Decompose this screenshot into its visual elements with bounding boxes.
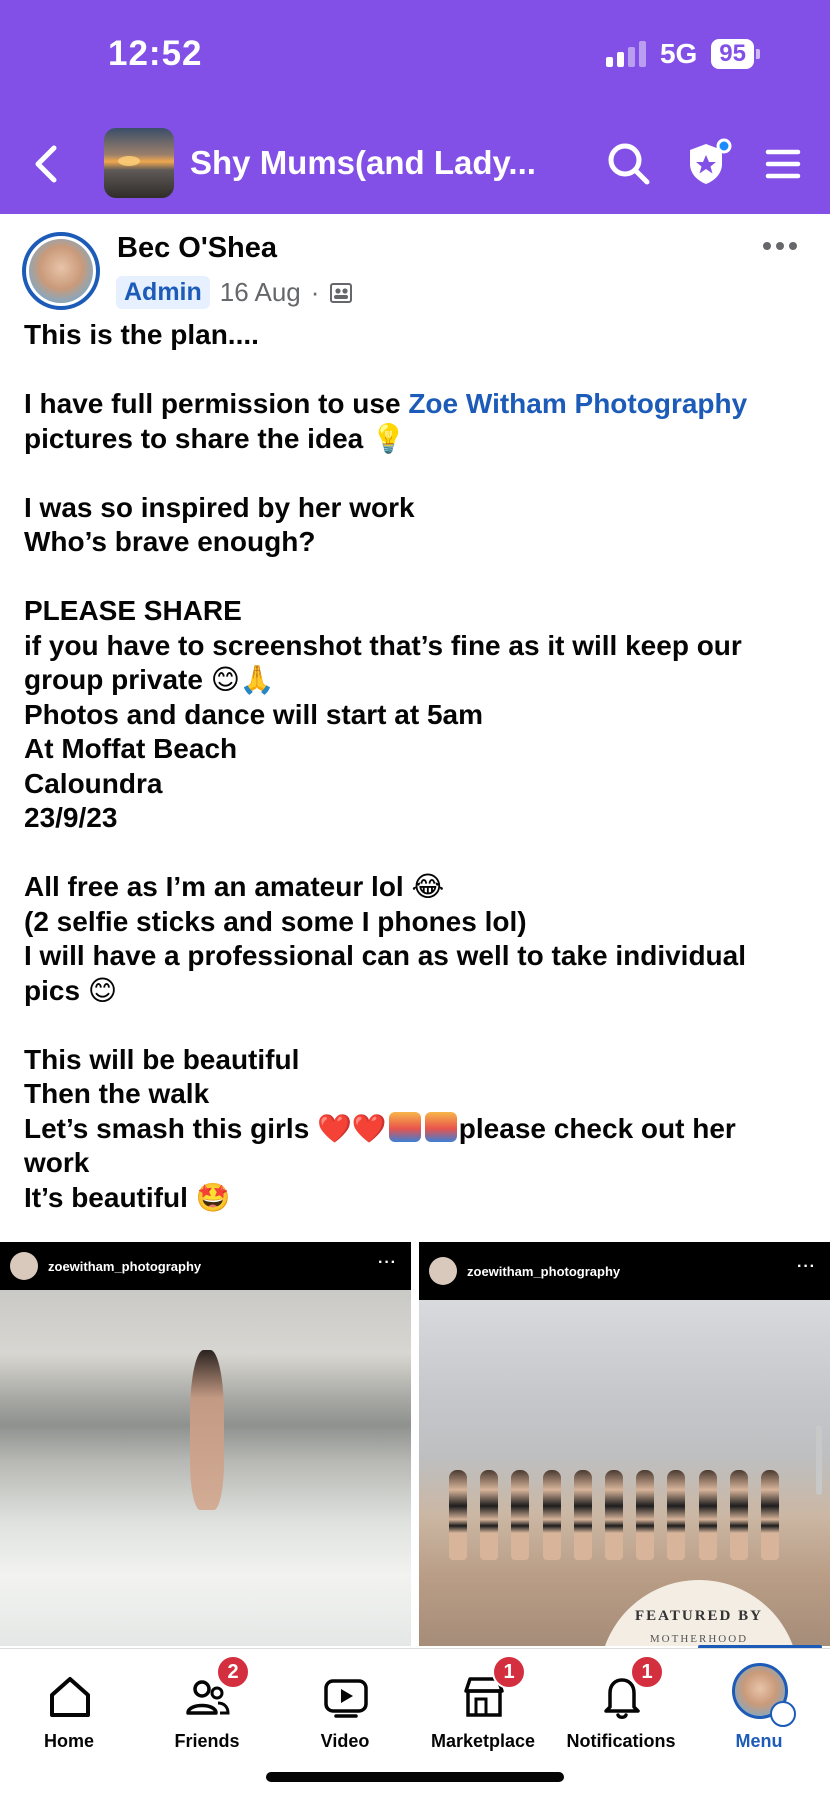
post-line: This will be beautiful bbox=[24, 1043, 300, 1075]
nav-marketplace[interactable]: 1 Marketplace bbox=[414, 1649, 552, 1759]
group-header: Shy Mums(and Lady... bbox=[0, 126, 830, 202]
home-icon bbox=[50, 1677, 90, 1717]
shield-star-icon[interactable] bbox=[680, 138, 732, 190]
admin-badge: Admin bbox=[116, 276, 210, 309]
instagram-header: zoewitham_photography ··· bbox=[0, 1242, 411, 1290]
post-line: PLEASE SHARE bbox=[24, 595, 242, 626]
notifications-badge: 1 bbox=[630, 1655, 664, 1689]
meta-separator: · bbox=[310, 277, 320, 307]
group-beach-photo-scene: FEATURED BY MOTHERHOOD bbox=[419, 1300, 830, 1646]
instagram-header: zoewitham_photography ··· bbox=[419, 1242, 830, 1300]
instagram-more-icon: ··· bbox=[797, 1258, 816, 1275]
post-photo[interactable]: zoewitham_photography ··· FEATURED BY MO… bbox=[419, 1242, 830, 1646]
status-time: 12:52 bbox=[108, 34, 203, 73]
post-line: I have full permission to use Zoe Witham… bbox=[24, 388, 748, 419]
post-body-text: This is the plan.... I have full permiss… bbox=[24, 318, 814, 1215]
group-audience-icon bbox=[330, 282, 353, 303]
group-header-bar: 12:52 5G 95 Shy Mums(and Lady... bbox=[0, 0, 830, 214]
network-type: 5G bbox=[659, 38, 698, 69]
video-icon bbox=[324, 1679, 368, 1718]
nav-friends[interactable]: 2 Friends bbox=[138, 1649, 276, 1759]
post-line: group private 😊🙏 bbox=[24, 664, 275, 695]
sunrise-emoji bbox=[388, 1111, 421, 1142]
friends-badge: 2 bbox=[216, 1655, 250, 1689]
search-icon[interactable] bbox=[603, 138, 655, 190]
post-line: pics 😊 bbox=[24, 974, 118, 1006]
post-line: I will have a professional can as well t… bbox=[24, 940, 747, 971]
instagram-username: zoewitham_photography bbox=[48, 1258, 202, 1274]
post-line: At Moffat Beach bbox=[24, 733, 238, 764]
battery-level: 95 bbox=[711, 39, 754, 69]
battery-icon: 95 bbox=[711, 39, 760, 69]
person-silhouette bbox=[190, 1350, 224, 1510]
smile-pray-emoji: 😊🙏 bbox=[210, 664, 275, 695]
post-line: I was so inspired by her work bbox=[24, 491, 415, 523]
hamburger-menu-icon[interactable] bbox=[758, 138, 810, 190]
post-line: (2 selfie sticks and some I phones lol) bbox=[24, 905, 527, 937]
post-line: work bbox=[24, 1147, 90, 1178]
post-line: Then the walk bbox=[24, 1078, 210, 1109]
instagram-avatar bbox=[10, 1252, 38, 1280]
group-title[interactable]: Shy Mums(and Lady... bbox=[190, 144, 590, 182]
beach-photo-scene bbox=[0, 1290, 411, 1646]
post-header: Bec O'Shea Admin 16 Aug · bbox=[0, 214, 830, 314]
post-line: Photos and dance will start at 5am bbox=[24, 698, 484, 730]
hearts-emoji: ❤️❤️ bbox=[317, 1112, 387, 1144]
instagram-more-icon: ··· bbox=[378, 1254, 397, 1271]
home-indicator[interactable] bbox=[266, 1772, 564, 1782]
post-line: Who’s brave enough? bbox=[24, 526, 316, 557]
signal-icon bbox=[605, 41, 646, 67]
instagram-avatar bbox=[429, 1257, 457, 1285]
nav-home[interactable]: Home bbox=[0, 1649, 138, 1759]
marketplace-badge: 1 bbox=[492, 1655, 526, 1689]
instagram-username: zoewitham_photography bbox=[467, 1263, 621, 1279]
post-line: pictures to share the idea 💡 bbox=[24, 422, 406, 454]
author-name[interactable]: Bec O'Shea bbox=[117, 232, 277, 265]
post-photo[interactable]: zoewitham_photography ··· bbox=[0, 1242, 411, 1646]
smile-emoji: 😊 bbox=[87, 974, 118, 1006]
sunrise-emoji bbox=[424, 1111, 457, 1142]
photographer-link[interactable]: Zoe Witham Photography bbox=[408, 388, 747, 419]
post-line: 23/9/23 bbox=[24, 802, 118, 833]
post-line: Caloundra bbox=[24, 767, 163, 799]
more-options-icon[interactable] bbox=[760, 236, 800, 256]
post-line: It’s beautiful 🤩 bbox=[24, 1181, 231, 1213]
post-line: Let’s smash this girls ❤️❤️ please check … bbox=[24, 1111, 736, 1144]
author-avatar[interactable] bbox=[22, 232, 100, 310]
post-line: if you have to screenshot that’s fine as… bbox=[24, 629, 742, 661]
post-line: This is the plan.... bbox=[24, 319, 259, 350]
star-struck-emoji: 🤩 bbox=[195, 1181, 231, 1213]
laughing-emoji: 😂 bbox=[411, 871, 445, 902]
post-date[interactable]: 16 Aug bbox=[220, 277, 301, 308]
back-icon[interactable] bbox=[26, 142, 66, 186]
lightbulb-emoji: 💡 bbox=[371, 422, 406, 454]
featured-by-badge: FEATURED BY MOTHERHOOD bbox=[599, 1580, 799, 1646]
nav-menu[interactable]: Menu bbox=[690, 1649, 828, 1759]
post-photos: zoewitham_photography ··· zoewitham_phot… bbox=[0, 1242, 830, 1646]
menu-lines-icon bbox=[770, 1701, 796, 1727]
group-cover-thumbnail[interactable] bbox=[104, 128, 174, 198]
post-meta: Admin 16 Aug · bbox=[116, 276, 353, 309]
scrollbar[interactable] bbox=[816, 1425, 822, 1495]
nav-video[interactable]: Video bbox=[276, 1649, 414, 1759]
nav-notifications[interactable]: 1 Notifications bbox=[552, 1649, 690, 1759]
status-indicators: 5G 95 bbox=[605, 38, 760, 70]
post-line: All free as I’m an amateur lol 😂 bbox=[24, 871, 445, 902]
group-of-women bbox=[449, 1450, 779, 1560]
